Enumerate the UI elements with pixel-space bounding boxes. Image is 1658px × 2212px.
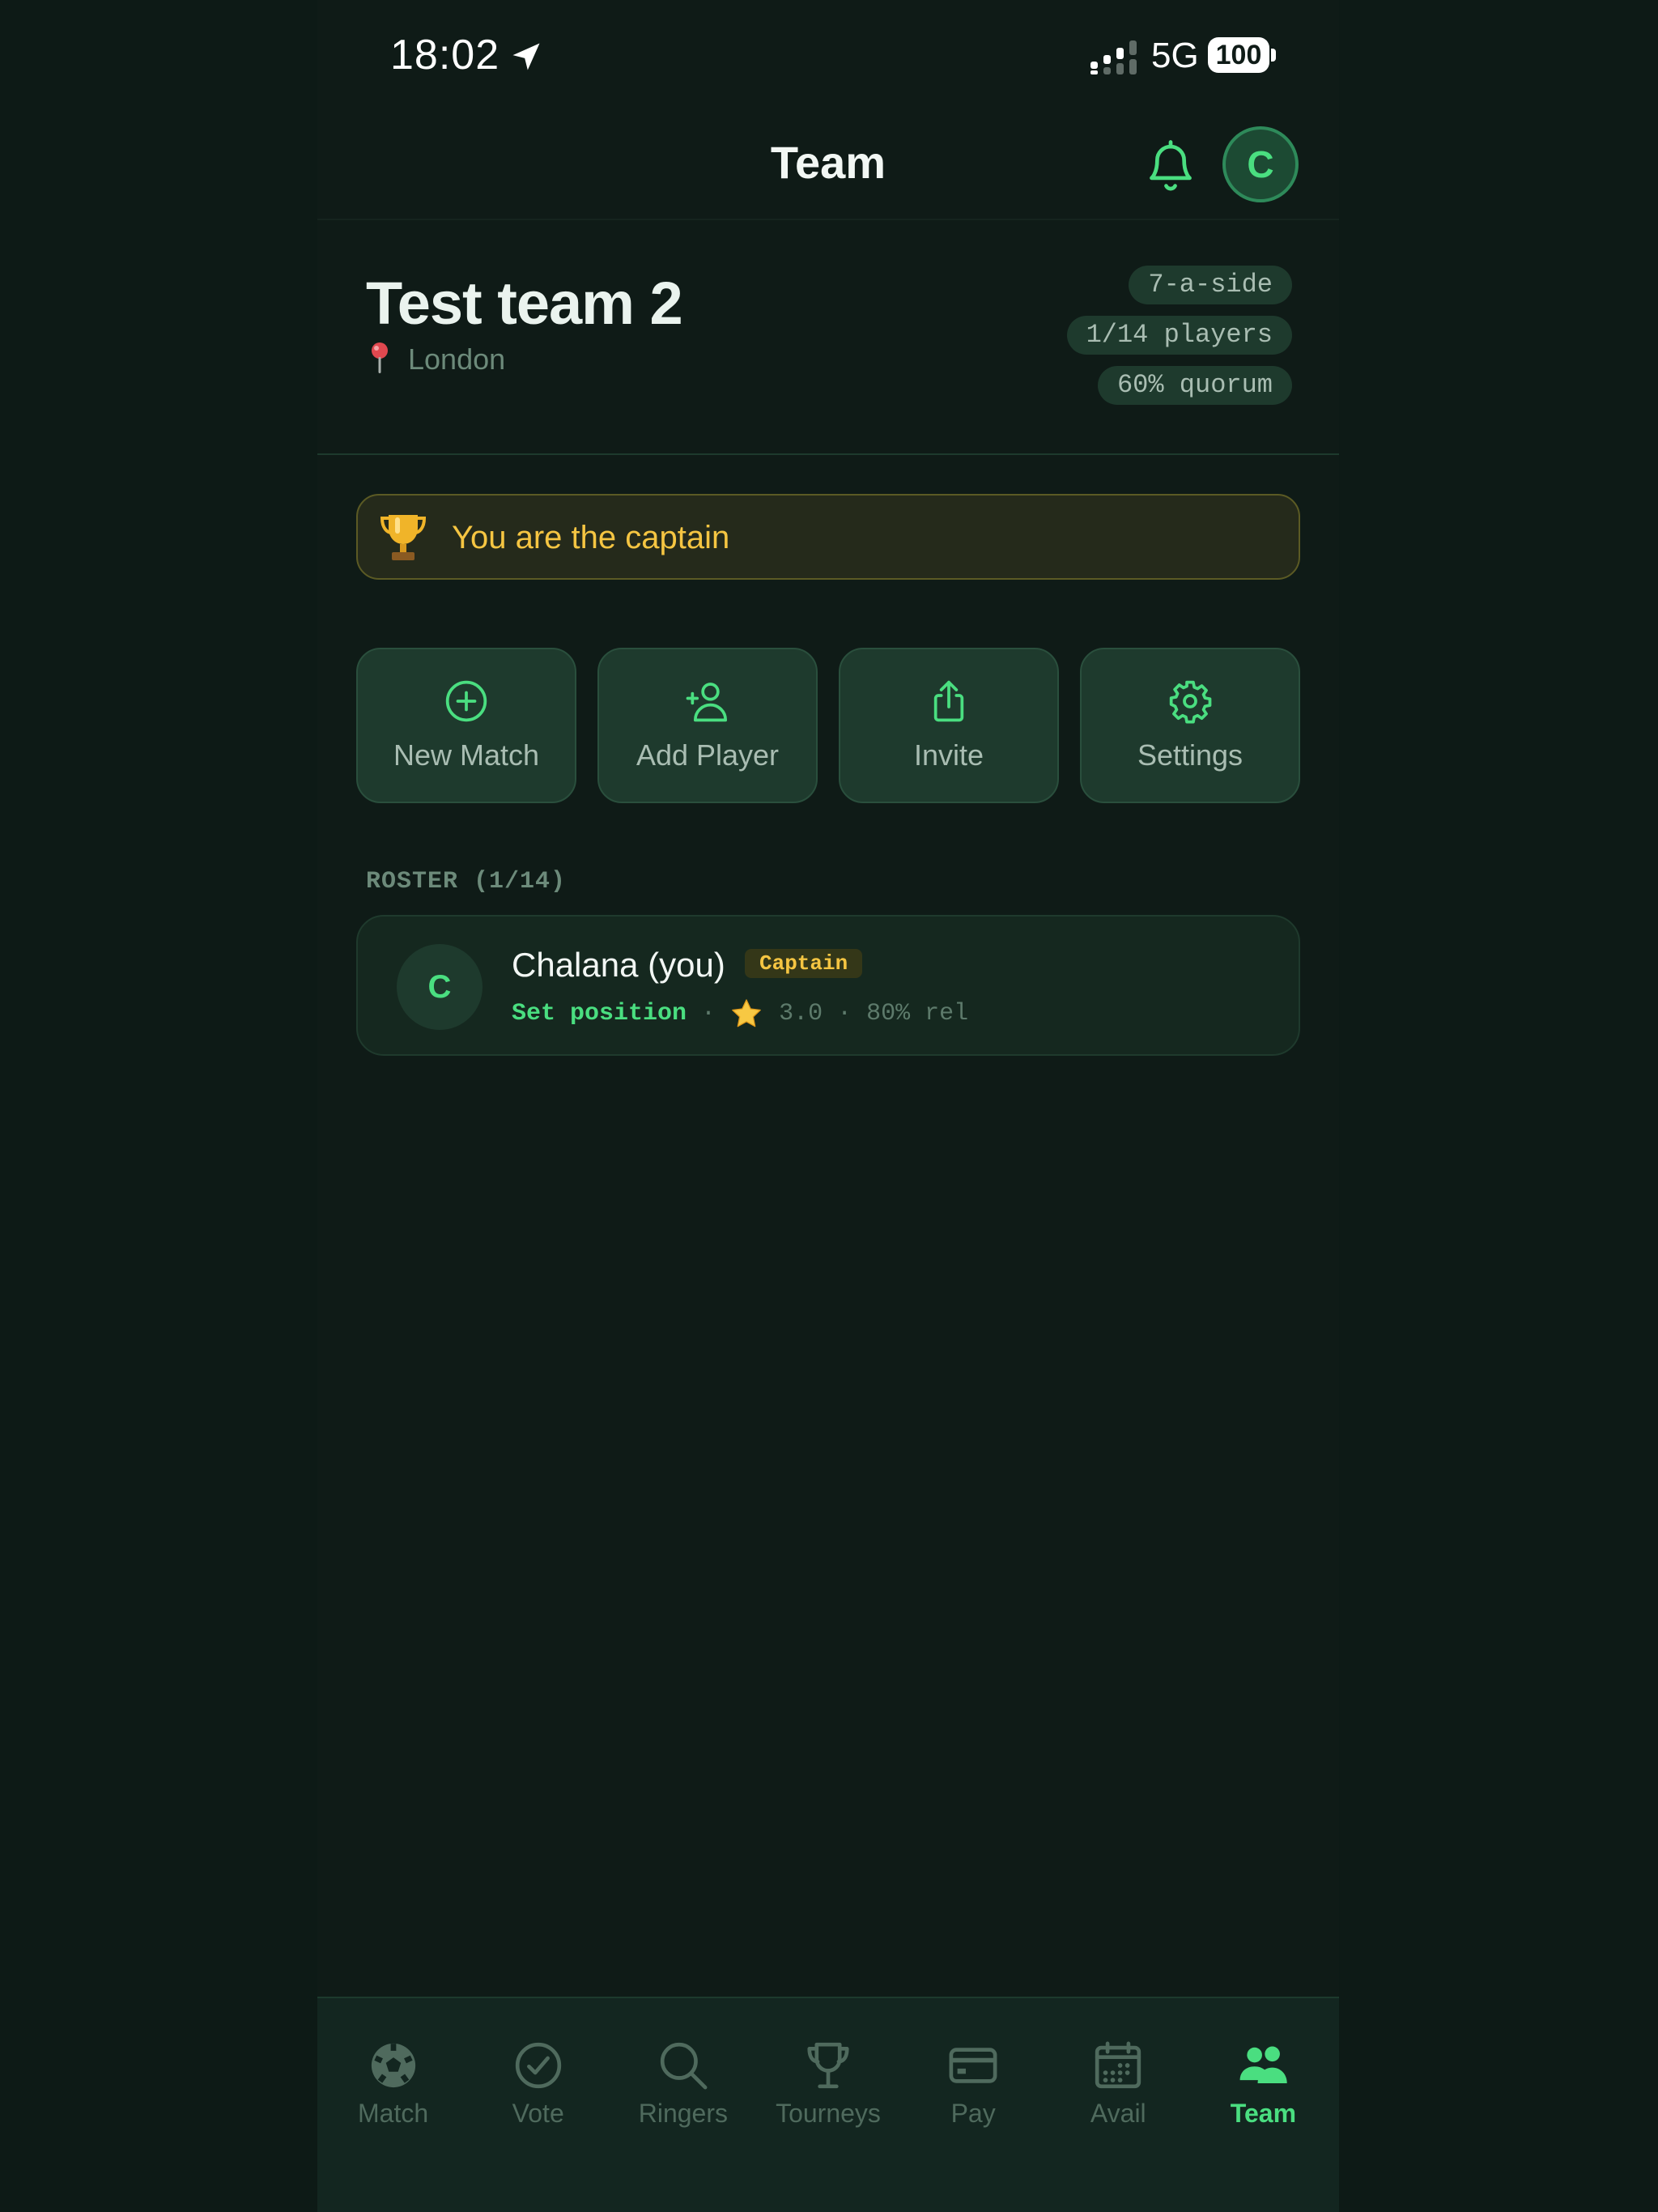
add-player-button[interactable]: Add Player: [597, 648, 818, 803]
soccer-ball-icon: [371, 2043, 415, 2088]
top-nav: Team C: [317, 113, 1339, 220]
share-icon: [933, 680, 964, 722]
tab-pay[interactable]: Pay: [901, 1998, 1046, 2212]
location-arrow-icon: [512, 43, 540, 70]
users-icon: [1239, 2046, 1288, 2083]
tab-vote-label: Vote: [512, 2099, 564, 2128]
check-circle-icon: [515, 2042, 561, 2089]
bell-icon[interactable]: [1143, 138, 1198, 196]
player-avatar: C: [397, 944, 483, 1030]
captain-badge: Captain: [745, 949, 863, 978]
network-type: 5G: [1151, 36, 1199, 75]
team-chips: 7-a-side 1/14 players 60% quorum: [1066, 266, 1292, 405]
tab-tourneys-label: Tourneys: [776, 2099, 881, 2128]
plus-circle-icon: [445, 680, 487, 722]
bottom-tab-bar: Match Vote Ringers Tourneys Pay Avail Te…: [317, 1997, 1339, 2212]
search-icon: [660, 2042, 708, 2090]
set-position-link[interactable]: Set position: [512, 1000, 687, 1027]
meta-separator: ·: [837, 1000, 852, 1027]
invite-button[interactable]: Invite: [839, 648, 1059, 803]
roster-player-card[interactable]: C Chalana (you) Captain Set position · 3…: [356, 915, 1300, 1056]
action-buttons: New Match Add Player Invite Settings: [356, 648, 1300, 803]
format-chip: 7-a-side: [1129, 266, 1292, 304]
star-icon: [732, 999, 761, 1027]
player-meta: Set position · 3.0 · 80% rel: [512, 998, 968, 1030]
status-time: 18:02: [390, 32, 500, 79]
signal-icon: [1090, 40, 1137, 74]
roster-heading: ROSTER (1/14): [366, 868, 567, 895]
profile-avatar[interactable]: C: [1222, 126, 1299, 202]
pin-icon: [372, 342, 388, 373]
tab-team[interactable]: Team: [1191, 1998, 1336, 2212]
battery-tip: [1271, 49, 1276, 62]
team-location-text: London: [408, 342, 506, 376]
player-rating: 3.0: [779, 1000, 823, 1027]
trophy-icon: [807, 2042, 849, 2089]
phone-screen: 18:02 5G 100 Team C Test team 2 London 7…: [317, 0, 1339, 2212]
status-bar: 18:02 5G 100: [317, 0, 1339, 113]
new-match-button[interactable]: New Match: [356, 648, 576, 803]
tab-match[interactable]: Match: [321, 1998, 466, 2212]
tab-team-label: Team: [1230, 2099, 1297, 2128]
tab-tourneys[interactable]: Tourneys: [755, 1998, 900, 2212]
new-match-label: New Match: [393, 738, 540, 772]
tab-match-label: Match: [358, 2099, 429, 2128]
players-chip: 1/14 players: [1066, 316, 1292, 355]
card-icon: [949, 2048, 997, 2083]
captain-banner: You are the captain: [356, 494, 1300, 580]
tab-avail[interactable]: Avail: [1046, 1998, 1191, 2212]
meta-separator: ·: [701, 1000, 716, 1027]
settings-button[interactable]: Settings: [1080, 648, 1300, 803]
invite-label: Invite: [913, 738, 984, 772]
settings-label: Settings: [1137, 738, 1244, 772]
battery-indicator: 100: [1208, 37, 1269, 73]
player-name: Chalana (you): [512, 946, 725, 984]
tab-avail-label: Avail: [1090, 2099, 1146, 2128]
team-location: London: [368, 342, 505, 376]
tab-pay-label: Pay: [950, 2099, 996, 2128]
quorum-chip: 60% quorum: [1097, 366, 1292, 405]
team-name: Test team 2: [366, 270, 683, 337]
calendar-icon: [1095, 2041, 1141, 2089]
trophy-icon: [380, 515, 427, 560]
user-plus-icon: [686, 683, 728, 722]
tab-ringers[interactable]: Ringers: [610, 1998, 755, 2212]
gear-icon: [1169, 680, 1212, 724]
add-player-label: Add Player: [636, 738, 780, 772]
captain-banner-text: You are the captain: [452, 520, 730, 555]
tab-ringers-label: Ringers: [638, 2099, 728, 2128]
tab-vote[interactable]: Vote: [466, 1998, 610, 2212]
player-reliability: 80% rel: [866, 1000, 969, 1027]
team-header: Test team 2 London 7-a-side 1/14 players…: [317, 222, 1339, 455]
